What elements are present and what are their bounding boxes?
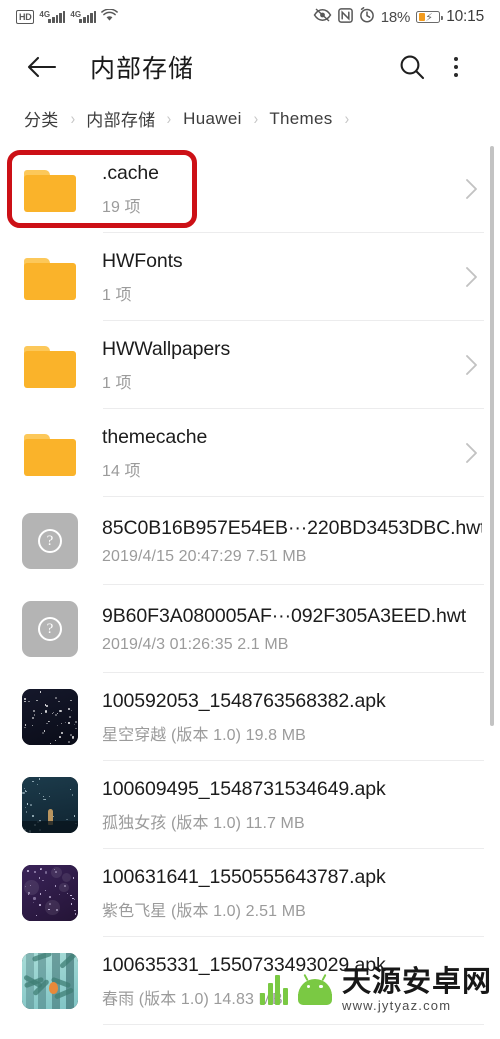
list-item-meta: 100592053_1548763568382.apk 星空穿越 (版本 1.0)… — [102, 689, 482, 744]
nfc-icon — [337, 7, 353, 27]
chevron-right-icon — [465, 178, 478, 200]
app-bar: 内部存储 — [0, 34, 500, 100]
list-item-name: 100631641_1550555643787.apk — [102, 866, 386, 889]
watermark-bars-icon — [260, 974, 288, 1005]
signal-sim2-label: 4G — [70, 10, 82, 19]
signal-sim2-icon: 4G — [70, 10, 97, 23]
signal-sim1-label: 4G — [39, 10, 51, 19]
list-item-name: themecache — [102, 426, 208, 449]
apk-thumbnail-icon — [22, 689, 78, 745]
list-item[interactable]: 100609495_1548731534649.apk 孤独女孩 (版本 1.0)… — [0, 761, 500, 849]
list-item-subtitle: 孤独女孩 (版本 1.0) 11.7 MB — [102, 814, 305, 832]
breadcrumb-separator-trailing: › — [344, 108, 349, 128]
signal-sim1-icon: 4G — [39, 10, 66, 23]
list-item-meta: 85C0B16B957E54EB···220BD3453DBC.hwt 2019/… — [102, 516, 482, 565]
list-item-subtitle: 2019/4/3 01:26:35 2.1 MB — [102, 635, 289, 653]
list-item-name: 85C0B16B957E54EB···220BD3453DBC.hwt — [102, 517, 482, 540]
breadcrumb: 分类 › 内部存储 › Huawei › Themes › — [0, 100, 500, 145]
list-divider — [103, 1024, 484, 1025]
folder-icon — [22, 249, 78, 305]
folder-icon — [22, 425, 78, 481]
eye-comfort-icon — [313, 8, 332, 26]
folder-icon — [22, 161, 78, 217]
watermark-text: 天源安卓网 www.jytyaz.com — [341, 965, 492, 1013]
android-robot-icon — [297, 973, 332, 1005]
list-item[interactable]: ? 85C0B16B957E54EB···220BD3453DBC.hwt 2019… — [0, 497, 500, 585]
list-item-name: 100592053_1548763568382.apk — [102, 690, 386, 713]
unknown-file-icon: ? — [22, 513, 78, 569]
list-item-name: 100609495_1548731534649.apk — [102, 778, 386, 801]
list-item-meta: 100609495_1548731534649.apk 孤独女孩 (版本 1.0)… — [102, 777, 482, 832]
list-item[interactable]: .cache 19 项 — [0, 145, 500, 233]
apk-thumbnail-icon — [22, 953, 78, 1009]
chevron-right-icon — [465, 442, 478, 464]
breadcrumb-item-2[interactable]: Huawei — [183, 109, 242, 129]
list-item-meta: .cache 19 项 — [102, 161, 455, 216]
unknown-file-icon: ? — [22, 601, 78, 657]
page-title: 内部存储 — [90, 55, 195, 83]
breadcrumb-item-0[interactable]: 分类 — [24, 106, 59, 131]
list-item-subtitle: 星空穿越 (版本 1.0) 19.8 MB — [102, 726, 306, 744]
list-item-subtitle: 14 项 — [102, 462, 141, 480]
back-arrow-icon[interactable] — [20, 45, 64, 89]
vertical-scrollbar[interactable] — [490, 146, 494, 726]
list-item[interactable]: ? 9B60F3A080005AF···092F305A3EED.hwt 2019/… — [0, 585, 500, 673]
list-item[interactable]: 100592053_1548763568382.apk 星空穿越 (版本 1.0)… — [0, 673, 500, 761]
list-item-name: 9B60F3A080005AF···092F305A3EED.hwt — [102, 605, 467, 628]
list-item-subtitle: 2019/4/15 20:47:29 7.51 MB — [102, 547, 307, 565]
chevron-right-icon — [465, 354, 478, 376]
list-item-subtitle: 19 项 — [102, 198, 141, 216]
breadcrumb-separator: › — [253, 108, 258, 128]
list-item[interactable]: HWFonts 1 项 — [0, 233, 500, 321]
chevron-right-icon — [465, 266, 478, 288]
status-bar-left: HD 4G 4G — [16, 7, 119, 26]
breadcrumb-item-1[interactable]: 内部存储 — [86, 106, 155, 131]
list-item[interactable]: HWWallpapers 1 项 — [0, 321, 500, 409]
list-item-meta: 9B60F3A080005AF···092F305A3EED.hwt 2019/4… — [102, 604, 482, 653]
file-list[interactable]: .cache 19 项 HWFonts 1 项 HWWallpapers 1 项 theme… — [0, 145, 500, 1025]
list-item-name: HWFonts — [102, 250, 183, 273]
phone-screen: HD 4G 4G 18% ⚡ 10:15 内部存储 分类 › 内部存储 › Hu… — [0, 0, 500, 1039]
battery-percent-label: 18% — [380, 8, 411, 26]
list-item-meta: themecache 14 项 — [102, 425, 455, 480]
status-bar-right: 18% ⚡ 10:15 — [313, 7, 484, 27]
search-icon[interactable] — [390, 45, 434, 89]
wifi-icon — [101, 7, 119, 26]
list-item-name: HWWallpapers — [102, 338, 231, 361]
list-item-meta: 100631641_1550555643787.apk 紫色飞星 (版本 1.0)… — [102, 865, 482, 920]
list-item-subtitle: 紫色飞星 (版本 1.0) 2.51 MB — [102, 902, 306, 920]
apk-thumbnail-icon — [22, 777, 78, 833]
apk-thumbnail-icon — [22, 865, 78, 921]
breadcrumb-item-3[interactable]: Themes — [269, 109, 332, 129]
list-item-meta: HWFonts 1 项 — [102, 249, 455, 304]
list-item[interactable]: themecache 14 项 — [0, 409, 500, 497]
list-item-subtitle: 1 项 — [102, 286, 132, 304]
list-item-subtitle: 1 项 — [102, 374, 132, 392]
watermark-title: 天源安卓网 — [341, 965, 492, 998]
watermark: 天源安卓网 www.jytyaz.com — [260, 965, 492, 1013]
battery-icon: ⚡ — [416, 11, 444, 24]
list-item-meta: HWWallpapers 1 项 — [102, 337, 455, 392]
clock-label: 10:15 — [446, 8, 484, 25]
hd-voice-icon: HD — [16, 10, 35, 24]
more-vertical-icon[interactable] — [434, 45, 478, 89]
breadcrumb-separator: › — [167, 108, 172, 128]
alarm-icon — [359, 7, 375, 27]
watermark-url: www.jytyaz.com — [341, 998, 452, 1013]
list-item[interactable]: 100631641_1550555643787.apk 紫色飞星 (版本 1.0)… — [0, 849, 500, 937]
breadcrumb-separator: › — [70, 108, 75, 128]
folder-icon — [22, 337, 78, 393]
status-bar: HD 4G 4G 18% ⚡ 10:15 — [0, 0, 500, 34]
list-item-name: .cache — [102, 162, 159, 185]
